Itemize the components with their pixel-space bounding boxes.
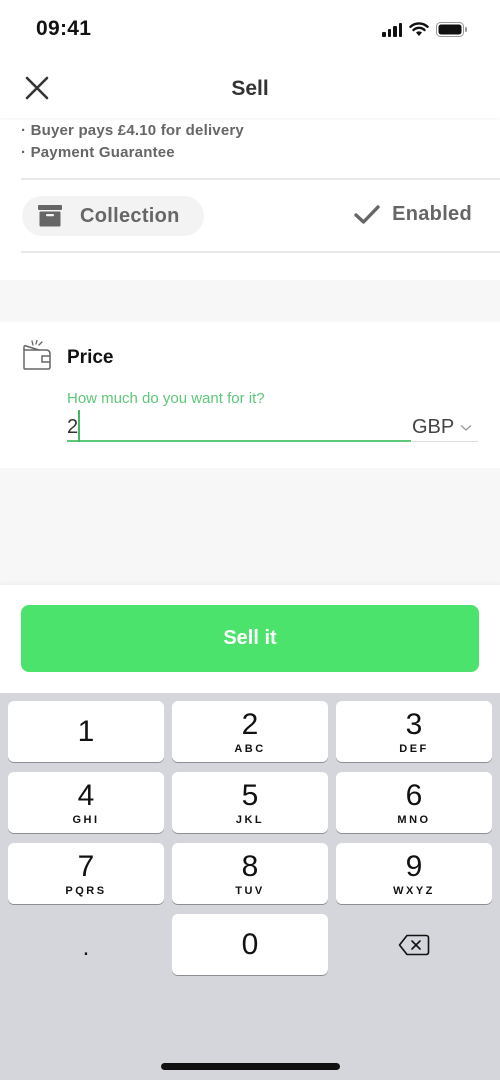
key-number: 5 bbox=[241, 778, 259, 812]
key-letters: GHI bbox=[72, 813, 100, 826]
chevron-down-icon bbox=[460, 424, 472, 431]
key-7[interactable]: 7 PQRS bbox=[8, 843, 164, 904]
battery-icon bbox=[436, 22, 467, 37]
key-3[interactable]: 3 DEF bbox=[336, 701, 492, 762]
numeric-keyboard: 1 2 ABC 3 DEF 4 GHI 5 JKL 6 MNO 7 PQRS 8… bbox=[0, 693, 500, 1080]
home-indicator bbox=[161, 1063, 340, 1070]
key-number: 3 bbox=[405, 707, 423, 741]
nav-bar: Sell bbox=[0, 60, 500, 118]
key-letters: ABC bbox=[234, 742, 266, 755]
wifi-icon bbox=[409, 22, 429, 36]
enabled-label: Enabled bbox=[392, 203, 472, 225]
sell-screen: 09:41 Sell · Buyer pays £4.10 for delive… bbox=[0, 0, 500, 1080]
key-5[interactable]: 5 JKL bbox=[172, 772, 328, 833]
status-time: 09:41 bbox=[36, 17, 92, 40]
key-decimal[interactable]: . bbox=[8, 914, 164, 975]
collection-status: Enabled bbox=[354, 203, 472, 226]
sell-it-button[interactable]: Sell it bbox=[21, 605, 479, 672]
status-bar: 09:41 bbox=[0, 0, 500, 60]
key-number: 2 bbox=[241, 707, 259, 741]
text-caret bbox=[78, 410, 80, 442]
price-field-label: How much do you want for it? bbox=[67, 390, 265, 407]
key-letters: JKL bbox=[235, 813, 265, 826]
backspace-icon bbox=[398, 934, 430, 955]
key-number: 8 bbox=[241, 849, 259, 883]
key-4[interactable]: 4 GHI bbox=[8, 772, 164, 833]
divider bbox=[21, 178, 500, 180]
box-icon bbox=[38, 205, 62, 227]
signal-icon bbox=[382, 22, 402, 37]
delete-key[interactable] bbox=[336, 914, 492, 975]
key-letters: WXYZ bbox=[393, 884, 435, 897]
key-2[interactable]: 2 ABC bbox=[172, 701, 328, 762]
key-number: 7 bbox=[77, 849, 95, 883]
key-8[interactable]: 8 TUV bbox=[172, 843, 328, 904]
price-input[interactable] bbox=[67, 414, 411, 442]
divider bbox=[21, 251, 500, 253]
key-letters: DEF bbox=[399, 742, 429, 755]
delivery-bullet: · Payment Guarantee bbox=[21, 144, 175, 161]
key-0[interactable]: 0 bbox=[172, 914, 328, 975]
status-icons bbox=[382, 22, 468, 37]
key-number: 0 bbox=[241, 927, 259, 961]
collection-label: Collection bbox=[80, 204, 180, 227]
key-6[interactable]: 6 MNO bbox=[336, 772, 492, 833]
key-letters: PQRS bbox=[65, 884, 107, 897]
price-title: Price bbox=[67, 347, 114, 368]
key-number: 1 bbox=[77, 714, 95, 748]
wallet-icon bbox=[23, 340, 51, 370]
currency-label: GBP bbox=[412, 416, 455, 438]
key-number: 4 bbox=[77, 778, 95, 812]
key-9[interactable]: 9 WXYZ bbox=[336, 843, 492, 904]
checkmark-icon bbox=[354, 204, 380, 224]
page-title: Sell bbox=[231, 77, 269, 100]
currency-select[interactable]: GBP bbox=[412, 414, 478, 442]
delivery-bullet: · Buyer pays £4.10 for delivery bbox=[21, 122, 244, 139]
key-decimal-label: . bbox=[82, 933, 90, 961]
key-number: 9 bbox=[405, 849, 423, 883]
collection-chip[interactable]: Collection bbox=[22, 196, 204, 236]
key-number: 6 bbox=[405, 778, 423, 812]
key-letters: TUV bbox=[235, 884, 265, 897]
key-letters: MNO bbox=[397, 813, 431, 826]
key-1[interactable]: 1 bbox=[8, 701, 164, 762]
